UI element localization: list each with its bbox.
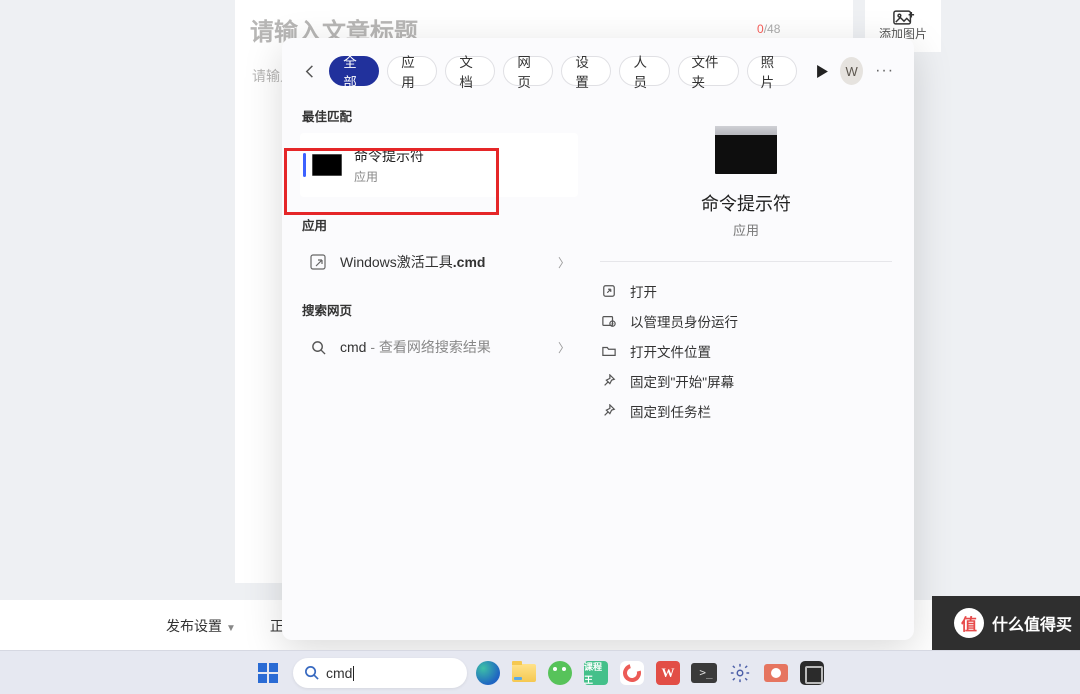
section-apps: 应用 [302,215,578,234]
search-value: cmd [326,665,352,681]
folder-icon [600,344,618,358]
best-match-item[interactable]: 命令提示符 应用 [300,133,578,197]
section-best-match: 最佳匹配 [302,106,578,125]
terminal-icon: >_ [691,663,717,683]
back-button[interactable] [300,58,321,84]
preview-subtitle: 应用 [600,220,892,239]
user-avatar[interactable]: W [840,57,863,85]
green-app-icon: 课程王 [584,661,608,685]
selection-indicator [303,153,306,177]
brand-logo-icon: 值 [954,608,984,638]
tab-folders[interactable]: 文件夹 [678,56,739,86]
taskbar-app-green[interactable]: 课程王 [581,658,611,688]
action-open[interactable]: 打开 [600,276,892,306]
pin-icon [600,374,618,388]
tab-people[interactable]: 人员 [619,56,669,86]
taskbar-wps[interactable]: W [653,658,683,688]
action-pin-taskbar[interactable]: 固定到任务栏 [600,396,892,426]
web-result-item[interactable]: cmd - 查看网络搜索结果 〉 [300,327,578,367]
divider [600,261,892,262]
search-icon [306,340,330,355]
preview-title: 命令提示符 [600,190,892,216]
windows-taskbar: cmd 课程王 W >_ [0,650,1080,694]
tab-all[interactable]: 全部 [329,56,379,86]
taskbar-terminal[interactable]: >_ [689,658,719,688]
taskbar-app-red[interactable] [617,658,647,688]
preview-app-icon [715,126,777,174]
taskbar-search-input[interactable]: cmd [293,658,467,688]
section-web: 搜索网页 [302,300,578,319]
tab-photos[interactable]: 照片 [747,56,797,86]
taskbar-camera[interactable] [761,658,791,688]
search-header: 全部 应用 文档 网页 设置 人员 文件夹 照片 W ··· [282,38,914,100]
search-icon [304,665,319,680]
tab-apps[interactable]: 应用 [387,56,437,86]
folder-icon [512,664,536,682]
play-icon[interactable] [813,65,833,78]
action-run-admin[interactable]: 以管理员身份运行 [600,306,892,336]
action-open-location[interactable]: 打开文件位置 [600,336,892,366]
results-list: 最佳匹配 命令提示符 应用 应用 Windows激活工具.cmd 〉 搜索网页 [282,100,578,640]
image-plus-icon [893,10,913,24]
dark-app-icon [800,661,824,685]
action-pin-start[interactable]: 固定到"开始"屏幕 [600,366,892,396]
edge-icon [476,661,500,685]
brand-text: 什么值得买 [992,611,1072,635]
wps-icon: W [656,661,680,685]
more-icon[interactable]: ··· [871,62,898,80]
camera-icon [764,664,788,682]
taskbar-settings[interactable] [725,658,755,688]
publish-settings-link[interactable]: 发布设置▼ [166,616,236,636]
brand-watermark: 值 什么值得买 [932,596,1080,650]
preview-pane: 命令提示符 应用 打开 以管理员身份运行 打开文件位置 固定到"开始"屏幕 固 [578,100,914,640]
tab-documents[interactable]: 文档 [445,56,495,86]
taskbar-wechat[interactable] [545,658,575,688]
admin-icon [600,314,618,328]
chevron-right-icon: 〉 [558,254,570,271]
windows-search-panel: 全部 应用 文档 网页 设置 人员 文件夹 照片 W ··· 最佳匹配 命令提示… [282,38,914,640]
cmd-icon [312,154,342,176]
best-match-subtitle: 应用 [354,168,424,185]
char-counter: 0/48 [757,22,780,36]
taskbar-edge[interactable] [473,658,503,688]
tab-web[interactable]: 网页 [503,56,553,86]
start-button[interactable] [253,658,283,688]
pin-icon [600,404,618,418]
shortcut-icon [306,254,330,270]
red-swirl-icon [620,661,644,685]
taskbar-dark-app[interactable] [797,658,827,688]
best-match-title: 命令提示符 [354,146,424,166]
tab-settings[interactable]: 设置 [561,56,611,86]
app-result-item[interactable]: Windows激活工具.cmd 〉 [300,242,578,282]
chevron-right-icon: 〉 [558,339,570,356]
wechat-icon [548,661,572,685]
gear-icon [729,662,751,684]
windows-logo-icon [258,663,278,683]
open-icon [600,284,618,298]
taskbar-explorer[interactable] [509,658,539,688]
